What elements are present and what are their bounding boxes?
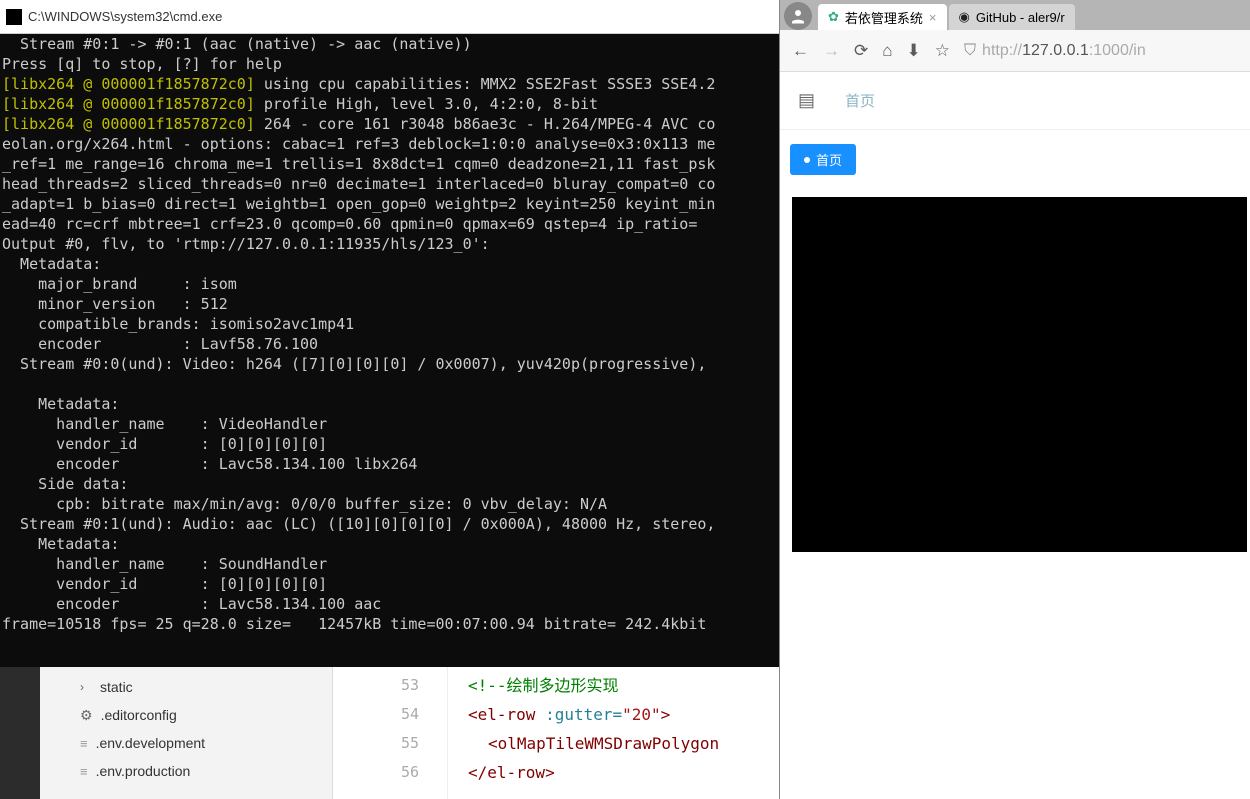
breadcrumb[interactable]: 首页 [845, 90, 875, 111]
video-player[interactable] [792, 197, 1247, 552]
tree-item-env-prod[interactable]: ≡.env.production [40, 757, 332, 785]
profile-avatar-icon[interactable] [784, 2, 812, 30]
address-bar[interactable]: ⛉ http://127.0.0.1:1000/in [964, 42, 1238, 60]
activity-bar[interactable] [0, 667, 40, 799]
page-tabs: 首页 [780, 130, 1250, 189]
cmd-titlebar[interactable]: C:\WINDOWS\system32\cmd.exe [0, 0, 779, 34]
tree-item-editorconfig[interactable]: ⚙.editorconfig [40, 701, 332, 729]
cmd-window: C:\WINDOWS\system32\cmd.exe Stream #0:1 … [0, 0, 779, 667]
tree-item-env-dev[interactable]: ≡.env.development [40, 729, 332, 757]
gear-icon: ⚙ [80, 707, 93, 724]
browser-tab-active[interactable]: ✿ 若依管理系统 × [818, 4, 947, 30]
shield-icon: ⛉ [964, 42, 976, 60]
browser-toolbar: ← → ⟳ ⌂ ⬇ ☆ ⛉ http://127.0.0.1:1000/in [780, 30, 1250, 72]
star-icon[interactable]: ☆ [935, 41, 950, 61]
browser-viewport: ▤ 首页 首页 [780, 72, 1250, 799]
page-tab-home[interactable]: 首页 [790, 144, 856, 175]
cmd-icon [6, 9, 22, 25]
close-icon[interactable]: × [929, 10, 937, 25]
editor-pane: ›static ⚙.editorconfig ≡.env.development… [0, 667, 779, 799]
chevron-right-icon: › [80, 680, 92, 694]
browser-tab-github[interactable]: ◉ GitHub - aler9/r [949, 4, 1075, 30]
file-icon: ≡ [80, 764, 88, 779]
code-area[interactable]: <!--绘制多边形实现 <el-row :gutter="20"> <olMap… [447, 667, 779, 799]
file-explorer[interactable]: ›static ⚙.editorconfig ≡.env.development… [40, 667, 333, 799]
browser-window: ✿ 若依管理系统 × ◉ GitHub - aler9/r ← → ⟳ ⌂ ⬇ … [779, 0, 1250, 799]
back-icon[interactable]: ← [792, 41, 809, 61]
cmd-output[interactable]: Stream #0:1 -> #0:1 (aac (native) -> aac… [0, 34, 779, 667]
page-header: ▤ 首页 [780, 72, 1250, 130]
dot-icon [804, 157, 810, 163]
menu-toggle-icon[interactable]: ▤ [798, 90, 815, 111]
browser-tabbar: ✿ 若依管理系统 × ◉ GitHub - aler9/r [780, 0, 1250, 30]
leaf-icon: ✿ [828, 9, 839, 25]
line-gutter: 53 54 55 56 [333, 667, 447, 799]
tree-item-static[interactable]: ›static [40, 673, 332, 701]
file-icon: ≡ [80, 736, 88, 751]
github-icon: ◉ [959, 9, 970, 25]
home-icon[interactable]: ⌂ [882, 41, 892, 61]
cmd-title-text: C:\WINDOWS\system32\cmd.exe [28, 9, 222, 24]
reload-icon[interactable]: ⟳ [854, 41, 868, 61]
download-icon[interactable]: ⬇ [907, 41, 921, 61]
forward-icon[interactable]: → [823, 41, 840, 61]
